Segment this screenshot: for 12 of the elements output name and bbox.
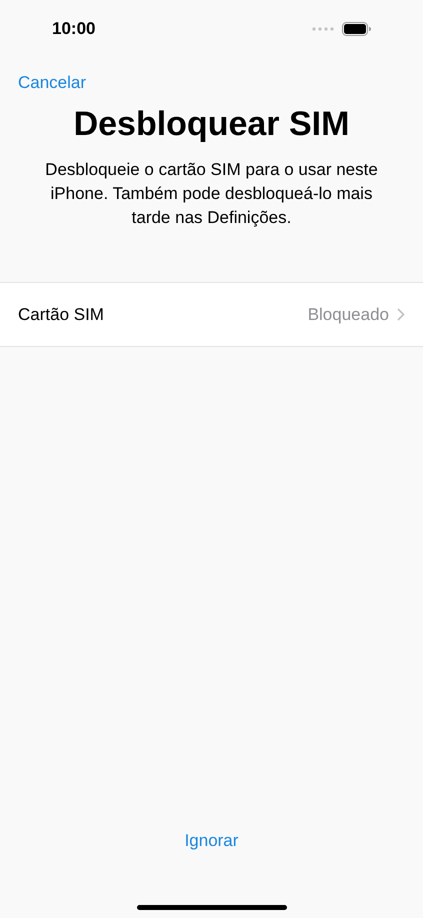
sim-card-row[interactable]: Cartão SIM Bloqueado <box>0 283 423 346</box>
status-time: 10:00 <box>52 18 96 40</box>
signal-icon <box>312 26 334 30</box>
page-title: Desbloquear SIM <box>72 104 350 145</box>
row-value: Bloqueado <box>308 304 389 326</box>
home-indicator[interactable] <box>136 905 286 910</box>
row-label: Cartão SIM <box>18 304 104 326</box>
cancel-button[interactable]: Cancelar <box>18 70 86 96</box>
skip-button[interactable]: Ignorar <box>184 828 238 853</box>
description-text: Desbloqueie o cartão SIM para o usar neste iPhone. Também pode desbloqueá-lo mais tarde nas Definições. <box>44 159 379 229</box>
chevron-icon <box>397 308 405 321</box>
battery-icon <box>342 22 371 36</box>
